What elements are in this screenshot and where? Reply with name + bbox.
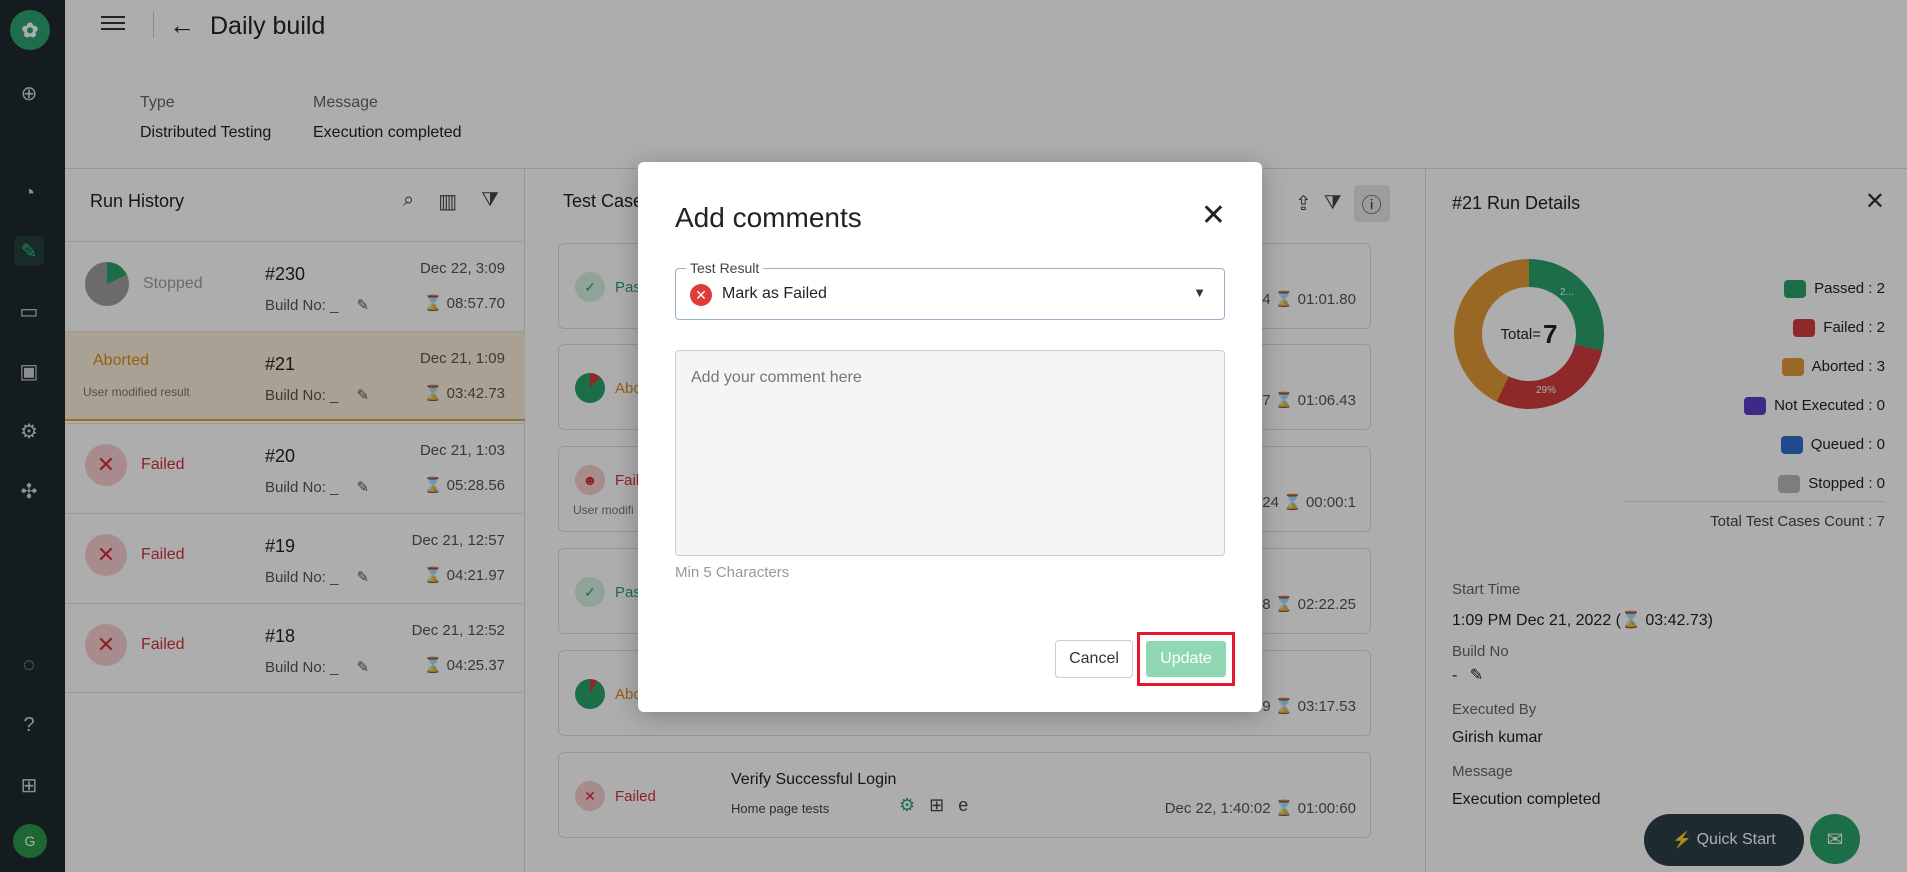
- add-comments-dialog: Add comments ✕ Test Result ✕ Mark as Fai…: [638, 162, 1262, 712]
- cancel-button[interactable]: Cancel: [1055, 640, 1133, 678]
- test-result-value: Mark as Failed: [722, 285, 827, 302]
- failed-x-icon: ✕: [690, 284, 712, 306]
- update-button-highlight: Update: [1137, 632, 1235, 686]
- close-icon[interactable]: ✕: [1201, 198, 1226, 233]
- comment-textarea[interactable]: [675, 350, 1225, 556]
- test-result-select[interactable]: Test Result ✕ Mark as Failed ▼: [675, 260, 1225, 320]
- chevron-down-icon[interactable]: ▼: [1193, 285, 1206, 300]
- update-button[interactable]: Update: [1146, 641, 1226, 677]
- min-characters-hint: Min 5 Characters: [675, 564, 790, 581]
- test-result-label: Test Result: [686, 260, 764, 276]
- modal-title: Add comments: [675, 202, 862, 233]
